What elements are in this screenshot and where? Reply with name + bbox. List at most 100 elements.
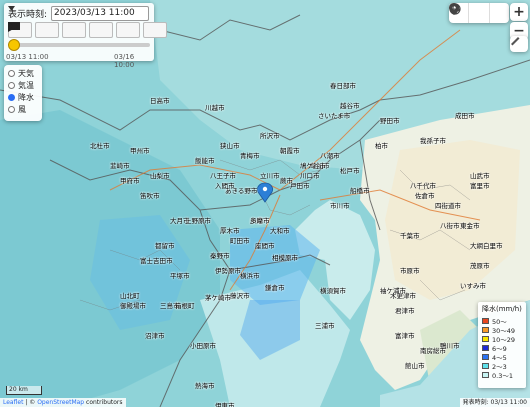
city-label: 船橋市 (350, 187, 370, 195)
city-label: 甲府市 (120, 177, 140, 185)
city-label: 山武市 (470, 172, 490, 180)
city-label: さいたま市 (318, 112, 351, 120)
city-label: 所沢市 (260, 132, 280, 140)
city-label: 東金市 (460, 222, 480, 230)
layer-option-label: 降水 (18, 92, 34, 102)
legend-item: 0.3〜1 (482, 370, 526, 380)
city-label: 箱根町 (175, 302, 195, 310)
city-label: 伊勢原市 (215, 267, 241, 275)
city-label: 甲州市 (130, 147, 150, 155)
city-label: 横浜市 (240, 272, 260, 280)
slider-start-label: 03/13 11:00 (6, 53, 49, 61)
city-label: いすみ市 (460, 282, 486, 290)
time-row: 表示時刻: 2023/03/13 11:00 (8, 6, 150, 21)
ruler-icon (511, 37, 520, 46)
layer-option-label: 気温 (18, 80, 34, 90)
city-label: 飯能市 (195, 157, 215, 165)
city-label: 沼津市 (145, 332, 165, 340)
issued-time: 発表時刻: 03/13 11:00 (459, 398, 530, 407)
city-label: 横須賀市 (320, 287, 346, 295)
locate-button[interactable] (449, 3, 490, 23)
legend-swatch (482, 344, 489, 351)
city-label: 立川市 (260, 172, 280, 180)
city-label: 君津市 (395, 307, 415, 315)
city-label: 富里市 (470, 182, 490, 190)
radio-button[interactable] (8, 81, 15, 89)
city-label: 平塚市 (170, 272, 190, 280)
time-select[interactable]: 2023/03/13 11:00 (8, 6, 150, 21)
time-select-value: 2023/03/13 11:00 (54, 8, 135, 18)
legend-title: 降水(mm/h) (482, 305, 522, 313)
city-label: 千葉市 (400, 232, 420, 240)
legend-rows: 50〜 30〜49 10〜29 6〜9 4〜5 2〜3 0.3〜1 (478, 316, 526, 380)
map-toolbar (449, 3, 509, 23)
legend-swatch (482, 326, 489, 333)
city-label: 川口市 (300, 172, 320, 180)
city-label: 御殿場市 (120, 302, 146, 310)
precipitation-map[interactable]: 川越市 日高市 さいたま市 越谷市 春日部市 野田市 柏市 我孫子市 成田市 八王子市 青梅市 立川市… (0, 0, 530, 407)
city-label: 八街市 (440, 222, 460, 230)
layer-option-label: 風 (18, 104, 26, 114)
city-label: 松戸市 (340, 167, 360, 175)
radio-button[interactable] (8, 105, 15, 113)
legend-swatch (482, 371, 489, 378)
skip-to-end-button[interactable] (8, 22, 167, 38)
layer-option-weather[interactable]: 天気 (8, 67, 42, 79)
attribution-separator: | © (23, 399, 38, 406)
time-slider[interactable] (7, 39, 150, 51)
radio-button[interactable] (8, 69, 15, 77)
radio-button-selected[interactable] (8, 93, 15, 101)
city-label: 八潮市 (320, 152, 340, 160)
city-label: 大和市 (270, 227, 290, 235)
city-label: 南房総市 (420, 347, 446, 355)
city-label: 八千代市 (410, 182, 436, 190)
step-back-button[interactable] (8, 22, 59, 38)
city-label: 野田市 (380, 117, 400, 125)
precipitation-legend: 降水(mm/h) 50〜 30〜49 10〜29 6〜9 4〜5 2〜3 0.3〜1 (478, 302, 526, 388)
city-label: 佐倉市 (415, 192, 435, 200)
city-label: 座間市 (255, 242, 275, 250)
osm-link[interactable]: OpenStreetMap (37, 399, 84, 406)
layer-option-label: 天気 (18, 68, 34, 78)
zoom-in-button[interactable]: + (510, 3, 528, 21)
play-button[interactable] (8, 22, 113, 38)
city-label: 川越市 (205, 104, 225, 112)
time-slider-handle[interactable] (7, 39, 20, 51)
city-label: 四街道市 (435, 202, 461, 210)
globe-button[interactable] (449, 3, 509, 23)
city-label: 相模原市 (272, 254, 298, 262)
stop-button[interactable] (8, 22, 86, 38)
slider-end-label: 03/16 10:00 (114, 53, 135, 69)
city-label: 我孫子市 (420, 137, 446, 145)
scale-label: 20 km (9, 386, 28, 393)
city-label: 多摩市 (250, 217, 270, 225)
layer-option-precipitation[interactable]: 降水 (8, 91, 42, 103)
city-label: 町田市 (230, 237, 250, 245)
layer-option-temperature[interactable]: 気温 (8, 79, 42, 91)
layer-option-wind[interactable]: 風 (8, 103, 42, 115)
legend-item-label: 0.3〜1 (492, 371, 513, 380)
layer-selector: 天気 気温 降水 風 (4, 65, 42, 121)
globe-icon (449, 3, 461, 15)
city-label: 秦野市 (210, 252, 230, 260)
attribution-suffix: contributors (84, 399, 123, 406)
city-label: 熱海市 (195, 382, 215, 390)
city-label: 厚木市 (220, 227, 240, 235)
city-label: 笛吹市 (140, 192, 160, 200)
leaflet-link[interactable]: Leaflet (3, 399, 23, 406)
city-label: 北杜市 (90, 142, 110, 150)
legend-swatch (482, 317, 489, 324)
city-label: 朝霞市 (280, 147, 300, 155)
measure-button[interactable] (510, 36, 528, 52)
city-label: 入間市 (215, 182, 235, 190)
city-label: 富津市 (395, 332, 415, 340)
city-label: 富士吉田市 (140, 257, 173, 265)
city-label: 山梨市 (150, 172, 170, 180)
city-label: 青梅市 (240, 152, 260, 160)
attribution: Leaflet | © OpenStreetMap contributors (0, 398, 126, 407)
time-control-panel: 表示時刻: 2023/03/13 11:00 03/13 11:00 03/16… (4, 3, 167, 69)
city-label: 八王子市 (210, 172, 236, 180)
step-forward-button[interactable] (8, 22, 140, 38)
city-label: 鳩ケ谷市 (300, 162, 326, 170)
city-label: 市原市 (400, 267, 420, 275)
